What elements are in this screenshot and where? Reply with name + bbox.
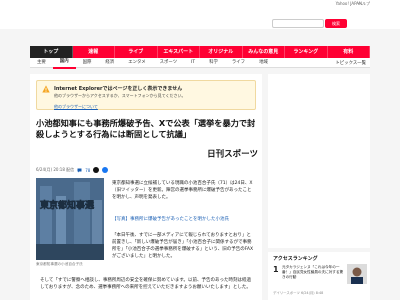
access-ranking: アクセスランキング 1 元タカラジェンヌ「これは今年の一番！」自民党女性議員の夫… — [268, 252, 370, 300]
sidebar-ad — [268, 74, 370, 248]
subnav-it[interactable]: IT — [184, 58, 202, 68]
photo-image: 東京都知事選 — [36, 178, 104, 260]
subnav-domestic[interactable]: 国内 — [52, 57, 76, 69]
header: 検索 — [0, 9, 400, 29]
svg-text:日刊スポーツ: 日刊スポーツ — [207, 149, 258, 159]
ranking-thumbnail[interactable] — [347, 264, 367, 284]
subnav-science[interactable]: 科学 — [202, 58, 225, 68]
publish-date: 6/24(月) 20:18 配信 — [36, 167, 75, 172]
notice-text: 他のブラウザーからアクセスするか、スマートフォンから見てください。 — [54, 93, 186, 98]
paragraph-1: 東京都知事選に立候補している現職の小池百合子氏（71）は24日、X（旧ツイッター… — [112, 181, 253, 200]
notice-link[interactable]: 他のブラウザーについて — [54, 104, 98, 110]
main-nav: トップ 速報 ライブ エキスパート オリジナル みんなの意見 ランキング 有料 — [30, 46, 370, 58]
subnav-sports[interactable]: スポーツ — [153, 58, 184, 68]
search-input[interactable] — [272, 19, 324, 28]
help-link[interactable]: ヘルプ — [358, 1, 370, 7]
x-share-icon[interactable] — [93, 167, 100, 173]
nikkan-sports-logo[interactable]: 日刊スポーツ — [198, 148, 258, 159]
comment-icon[interactable] — [77, 168, 82, 173]
search-button[interactable]: 検索 — [325, 19, 347, 28]
top-strip: Yahoo! JAPAN ヘルプ — [0, 0, 400, 9]
browser-notice: Internet Explorerではページを正しく表示できません 他のブラウザ… — [36, 80, 256, 110]
warning-icon — [42, 85, 50, 93]
notice-title: Internet Explorerではページを正しく表示できません — [54, 86, 183, 92]
subnav-international[interactable]: 国際 — [76, 58, 99, 68]
subnav-economy[interactable]: 経済 — [98, 58, 121, 68]
sub-nav: 主要 国内 国際 経済 エンタメ スポーツ IT 科学 ライフ 地域 トピックス… — [30, 57, 370, 69]
svg-text:東京都知事選: 東京都知事選 — [40, 199, 95, 211]
article: Internet Explorerではページを正しく表示できません 他のブラウザ… — [30, 74, 262, 300]
photo-link[interactable]: 【写真】事務所に爆破予告があったことを明かした小池氏 — [112, 216, 254, 223]
dateline: 6/24(月) 20:18 配信 78 — [36, 167, 109, 173]
rank-number: 1 — [273, 265, 279, 274]
tab-breaking[interactable]: 速報 — [73, 46, 115, 58]
photo-caption: 東京都知事選の小池百合子氏 — [36, 262, 83, 266]
facebook-share-icon[interactable] — [102, 167, 109, 173]
tab-original[interactable]: オリジナル — [200, 46, 243, 58]
site-logo[interactable] — [30, 13, 110, 25]
ranking-title: アクセスランキング — [273, 256, 318, 262]
topics-list-link[interactable]: トピックス一覧 — [335, 60, 370, 66]
article-photo[interactable]: 東京都知事選 — [36, 178, 104, 260]
tab-expert[interactable]: エキスパート — [158, 46, 200, 58]
tab-live[interactable]: ライブ — [115, 46, 158, 58]
tab-ranking[interactable]: ランキング — [285, 46, 328, 58]
tab-paid[interactable]: 有料 — [328, 46, 370, 58]
ranking-source: デイリースポーツ 6/24(月) 8:48 — [273, 291, 324, 295]
subnav-life[interactable]: ライフ — [225, 58, 252, 68]
paragraph-3: そして「すでに警察へ相談し、事務所周辺の安全を確保に努めています。以前、予告のあ… — [40, 278, 251, 290]
ranking-item-title[interactable]: 元タカラジェンヌ「これは今年の一番！」自民党女性議員の夫に対する驚きの行動 — [282, 265, 344, 280]
ranking-photo — [347, 264, 367, 284]
subnav-entertainment[interactable]: エンタメ — [121, 58, 152, 68]
tab-opinions[interactable]: みんなの意見 — [243, 46, 285, 58]
subnav-main[interactable]: 主要 — [30, 58, 53, 68]
article-headline: 小池都知事にも事務所爆破予告、Xで公表「選挙を暴力で封殺しようとする行為には断固… — [36, 118, 256, 139]
subnav-region[interactable]: 地域 — [252, 58, 275, 68]
paragraph-2: 「本日午後、すでに一部メディアにて報じられておりますとおり」と前置きし、「新しい… — [112, 233, 254, 259]
comment-count[interactable]: 78 — [85, 168, 90, 173]
